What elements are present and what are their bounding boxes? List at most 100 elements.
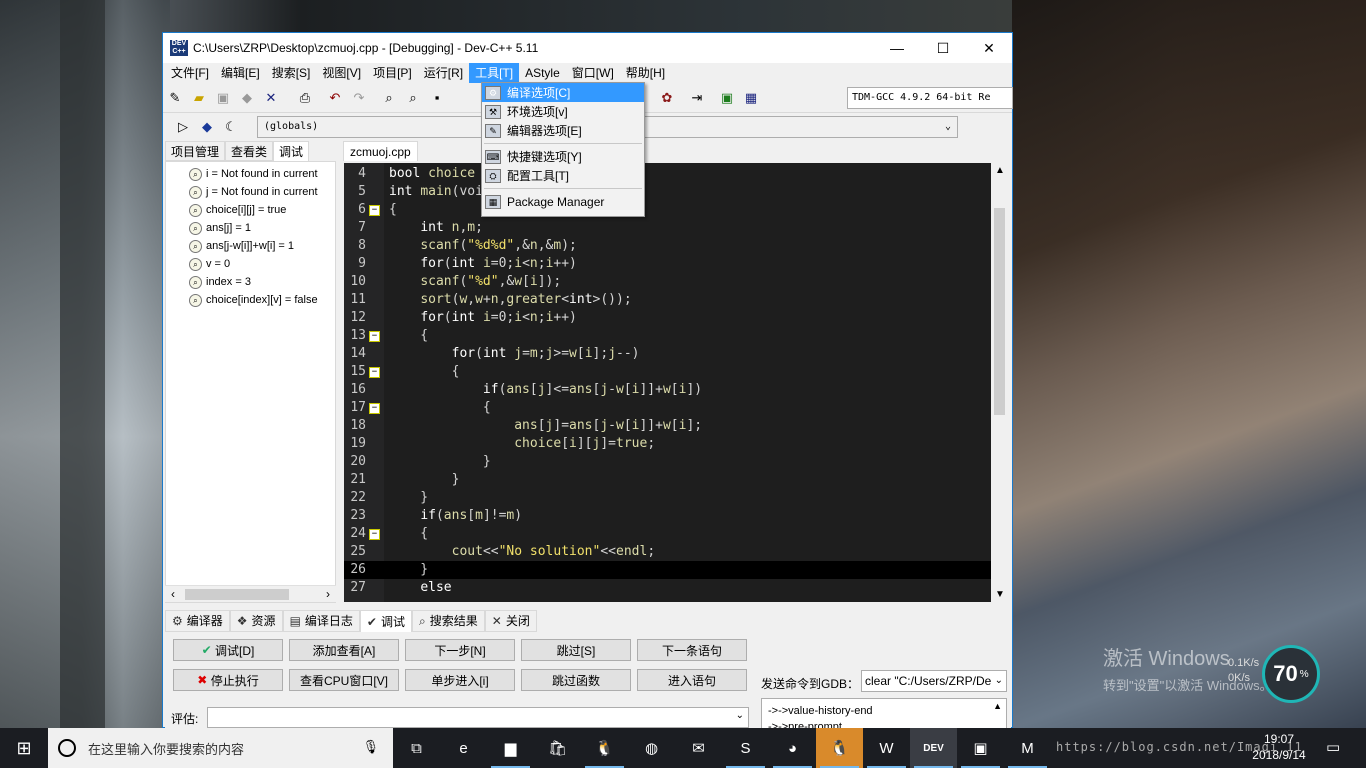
code-line[interactable]: 24− { xyxy=(344,525,991,543)
scroll-thumb[interactable] xyxy=(185,589,289,600)
fold-toggle-icon[interactable]: − xyxy=(369,205,380,216)
next-statement-button[interactable]: 下一条语句 xyxy=(637,639,747,661)
open-file-icon[interactable]: ▰ xyxy=(189,88,209,108)
menu-item[interactable]: AStyle xyxy=(519,63,566,83)
wps-writer-icon[interactable]: W xyxy=(863,728,910,768)
cpu-window-icon[interactable]: ▦ xyxy=(741,88,761,108)
bottom-tab[interactable]: ⌕ 搜索结果 xyxy=(412,610,485,632)
code-line[interactable]: 21 } xyxy=(344,471,991,489)
chevron-down-icon[interactable]: ⌄ xyxy=(736,710,744,721)
qq-icon[interactable]: 🐧 xyxy=(581,728,628,768)
toggle-bookmark-icon[interactable]: ☾ xyxy=(221,117,241,137)
bottom-tab[interactable]: ✔ 调试 xyxy=(359,610,412,632)
code-line[interactable]: 6−{ xyxy=(344,201,991,219)
wps-icon[interactable]: S xyxy=(722,728,769,768)
code-line[interactable]: 4 bool choice xyxy=(344,165,991,183)
next-step-button[interactable]: 下一步[N] xyxy=(405,639,515,661)
bottom-tab[interactable]: ❖ 资源 xyxy=(229,610,283,632)
title-bar[interactable]: DEV C++ C:\Users\ZRP\Desktop\zcmuoj.cpp -… xyxy=(163,33,1012,63)
eval-input[interactable]: ⌄ xyxy=(207,707,749,728)
code-line[interactable]: 25 cout<<"No solution"<<endl; xyxy=(344,543,991,561)
firefox-icon[interactable]: ◕ xyxy=(769,728,816,768)
code-line[interactable]: 7 int n,m; xyxy=(344,219,991,237)
chevron-down-icon[interactable]: ⌄ xyxy=(994,671,1003,691)
scroll-up-icon[interactable]: ▲ xyxy=(995,165,1005,176)
code-line[interactable]: 11 sort(w,w+n,greater<int>()); xyxy=(344,291,991,309)
close-file-icon[interactable]: ✕ xyxy=(261,88,281,108)
bookmark-icon[interactable]: ◆ xyxy=(197,117,217,137)
save-all-icon[interactable]: ◆ xyxy=(237,88,257,108)
scroll-down-icon[interactable]: ▼ xyxy=(995,589,1005,600)
microphone-icon[interactable]: 🎙 xyxy=(362,739,379,755)
add-watch-button[interactable]: 添加查看[A] xyxy=(289,639,399,661)
editor-vscrollbar[interactable]: ▲ ▼ xyxy=(991,163,1008,602)
window-app-icon[interactable]: ▣ xyxy=(957,728,1004,768)
scroll-left-icon[interactable]: ‹ xyxy=(171,587,175,601)
debug-button[interactable]: ✔ 调试[D] xyxy=(173,639,283,661)
code-line[interactable]: 27 else xyxy=(344,579,991,597)
step-into-button[interactable]: 单步进入[i] xyxy=(405,669,515,691)
code-line[interactable]: 16 if(ans[j]<=ans[j-w[i]]+w[i]) xyxy=(344,381,991,399)
scroll-up-icon[interactable]: ▲ xyxy=(993,701,1002,711)
code-editor[interactable]: 4 bool choice 5 int main(voi 6−{7 int n,m; 8 … xyxy=(344,163,991,602)
watch-item[interactable]: ⌕ ans[j-w[i]]+w[i] = 1 xyxy=(166,237,335,255)
code-line[interactable]: 12 for(int i=0;i<n;i++) xyxy=(344,309,991,327)
code-line[interactable]: 13− { xyxy=(344,327,991,345)
menu-item[interactable]: 窗口[W] xyxy=(566,63,620,83)
devcpp-icon[interactable]: DEV xyxy=(910,728,957,768)
editor-tab[interactable]: zcmuoj.cpp xyxy=(343,141,418,161)
code-line[interactable]: 18 ans[j]=ans[j-w[i]]+w[i]; xyxy=(344,417,991,435)
tools-menu-item[interactable]: ⚙ 编译选项[C] xyxy=(482,83,644,102)
code-line[interactable]: 14 for(int j=m;j>=w[i];j--) xyxy=(344,345,991,363)
watch-item[interactable]: ⌕ choice[index][v] = false xyxy=(166,291,335,309)
menu-item[interactable]: 运行[R] xyxy=(418,63,469,83)
print-icon[interactable]: ⎙ xyxy=(295,88,315,108)
menu-item[interactable]: 帮助[H] xyxy=(620,63,671,83)
watch-item[interactable]: ⌕ j = Not found in current xyxy=(166,183,335,201)
fold-toggle-icon[interactable]: − xyxy=(369,403,380,414)
menu-item[interactable]: 视图[V] xyxy=(316,63,367,83)
menu-item[interactable]: 搜索[S] xyxy=(266,63,317,83)
goto-icon[interactable]: ▪ xyxy=(427,88,447,108)
edge-icon[interactable]: e xyxy=(440,728,487,768)
left-panel-tab[interactable]: 项目管理 xyxy=(165,141,226,161)
stop-execution-button[interactable]: ✖ 停止执行 xyxy=(173,669,283,691)
replace-icon[interactable]: ⌕ xyxy=(403,88,423,108)
memory-gauge[interactable]: 70% xyxy=(1262,645,1320,703)
code-line[interactable]: 17− { xyxy=(344,399,991,417)
tools-menu-item[interactable]: ⌨ 快捷键选项[Y] xyxy=(482,147,644,166)
mail-icon[interactable]: ✉ xyxy=(675,728,722,768)
watch-item[interactable]: ⌕ index = 3 xyxy=(166,273,335,291)
watch-item[interactable]: ⌕ choice[i][j] = true xyxy=(166,201,335,219)
maximize-button[interactable]: ☐ xyxy=(920,33,966,63)
menu-item[interactable]: 工具[T] xyxy=(469,63,520,83)
code-line[interactable]: 22 } xyxy=(344,489,991,507)
watch-hscrollbar[interactable]: ‹ › xyxy=(165,585,336,602)
menu-item[interactable]: 项目[P] xyxy=(367,63,418,83)
menu-item[interactable]: 编辑[E] xyxy=(215,63,266,83)
code-line[interactable]: 19 choice[i][j]=true; xyxy=(344,435,991,453)
save-icon[interactable]: ▣ xyxy=(213,88,233,108)
left-panel-tab[interactable]: 查看类 xyxy=(225,141,274,161)
fold-toggle-icon[interactable]: − xyxy=(369,331,380,342)
store-icon[interactable]: 🛍 xyxy=(534,728,581,768)
watch-item[interactable]: ⌕ i = Not found in current xyxy=(166,165,335,183)
windows-start-icon[interactable]: ⊞ xyxy=(0,728,48,768)
editor-scroll-thumb[interactable] xyxy=(994,208,1005,415)
code-line[interactable]: 10 scanf("%d",&w[i]); xyxy=(344,273,991,291)
qq-running-icon[interactable]: 🐧 xyxy=(816,728,863,768)
scroll-right-icon[interactable]: › xyxy=(326,587,330,601)
new-file-icon[interactable]: ✎ xyxy=(165,88,185,108)
skip-button[interactable]: 跳过[S] xyxy=(521,639,631,661)
into-statement-button[interactable]: 进入语句 xyxy=(637,669,747,691)
fold-toggle-icon[interactable]: − xyxy=(369,529,380,540)
browser-icon[interactable]: ◍ xyxy=(628,728,675,768)
bottom-tab[interactable]: ⚙ 编译器 xyxy=(165,610,230,632)
tools-menu-item[interactable]: ⛭ 配置工具[T] xyxy=(482,166,644,185)
code-line[interactable]: 15− { xyxy=(344,363,991,381)
file-explorer-icon[interactable]: ▆ xyxy=(487,728,534,768)
watch-item[interactable]: ⌕ ans[j] = 1 xyxy=(166,219,335,237)
close-button[interactable]: ✕ xyxy=(966,33,1012,63)
taskbar-clock[interactable]: 19:07 2018/9/14 xyxy=(1246,731,1312,763)
cpu-window-button[interactable]: 查看CPU窗口[V] xyxy=(289,669,399,691)
